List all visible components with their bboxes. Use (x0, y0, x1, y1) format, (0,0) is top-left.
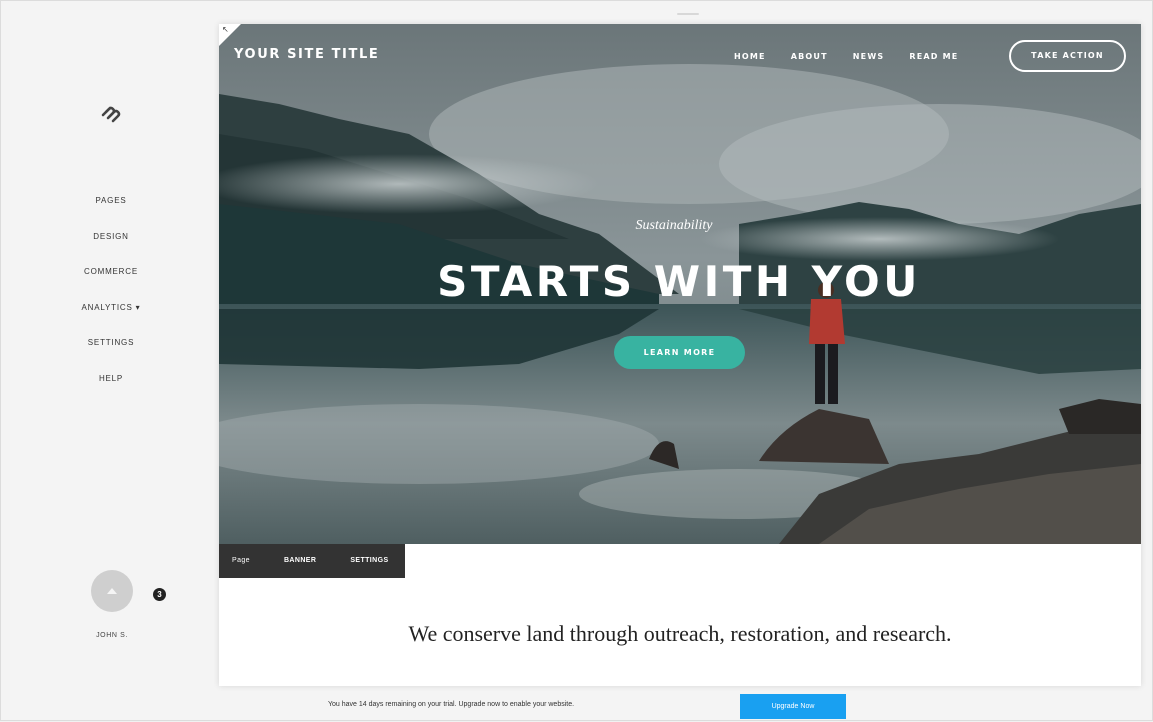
squarespace-logo-icon[interactable] (99, 103, 123, 123)
site-nav-about[interactable]: ABOUT (791, 52, 828, 61)
upgrade-now-button[interactable]: Upgrade Now (740, 694, 846, 719)
collapse-arrow-icon[interactable]: ↖ (222, 25, 229, 34)
trial-bar: You have 14 days remaining on your trial… (1, 692, 1153, 722)
user-name[interactable]: JOHN S. (61, 632, 163, 639)
site-title[interactable]: YOUR SITE TITLE (234, 47, 379, 62)
notification-badge[interactable]: 3 (153, 588, 166, 601)
take-action-button[interactable]: TAKE ACTION (1009, 40, 1126, 72)
hero-headline: STARTS WITH YOU (437, 257, 921, 306)
sidebar-nav: PAGES DESIGN COMMERCE ANALYTICS ▾ SETTIN… (1, 191, 221, 404)
site-preview: ↖ YOUR SITE TITLE HOME ABOUT NEWS READ M… (219, 24, 1141, 686)
sidebar-item-label: COMMERCE (84, 267, 138, 276)
sidebar-item-label: PAGES (95, 196, 127, 205)
avatar[interactable] (91, 570, 133, 612)
site-nav-home[interactable]: HOME (734, 52, 766, 61)
toolbar-page[interactable]: Page (219, 544, 266, 578)
learn-more-button[interactable]: LEARN MORE (614, 336, 745, 369)
user-avatar-icon (107, 588, 117, 594)
sidebar-item-settings[interactable]: SETTINGS (1, 333, 221, 369)
sidebar-item-analytics[interactable]: ANALYTICS ▾ (1, 298, 221, 334)
site-nav: HOME ABOUT NEWS READ ME (734, 52, 983, 61)
site-nav-news[interactable]: NEWS (853, 52, 885, 61)
sidebar-item-help[interactable]: HELP (1, 369, 221, 405)
hero-eyebrow: Sustainability (635, 218, 713, 233)
site-tagline: We conserve land through outreach, resto… (408, 621, 952, 646)
sidebar-item-pages[interactable]: PAGES (1, 191, 221, 227)
sidebar-item-label: HELP (98, 373, 124, 383)
hero-banner: ↖ YOUR SITE TITLE HOME ABOUT NEWS READ M… (219, 24, 1141, 544)
toolbar-settings[interactable]: SETTINGS (332, 544, 404, 578)
sidebar-item-label: DESIGN (93, 231, 129, 241)
trial-message: You have 14 days remaining on your trial… (328, 701, 575, 708)
drag-handle[interactable] (677, 13, 699, 15)
site-nav-read-me[interactable]: READ ME (909, 52, 958, 61)
sidebar-item-label: SETTINGS (87, 338, 135, 347)
sidebar-item-design[interactable]: DESIGN (1, 227, 221, 263)
sidebar-item-label: ANALYTICS ▾ (81, 302, 141, 312)
sidebar-item-commerce[interactable]: COMMERCE (1, 262, 221, 298)
editor-window: PAGES DESIGN COMMERCE ANALYTICS ▾ SETTIN… (0, 0, 1153, 721)
block-toolbar: Page BANNER SETTINGS (219, 544, 405, 578)
sidebar: PAGES DESIGN COMMERCE ANALYTICS ▾ SETTIN… (1, 1, 211, 722)
toolbar-banner[interactable]: BANNER (266, 544, 332, 578)
